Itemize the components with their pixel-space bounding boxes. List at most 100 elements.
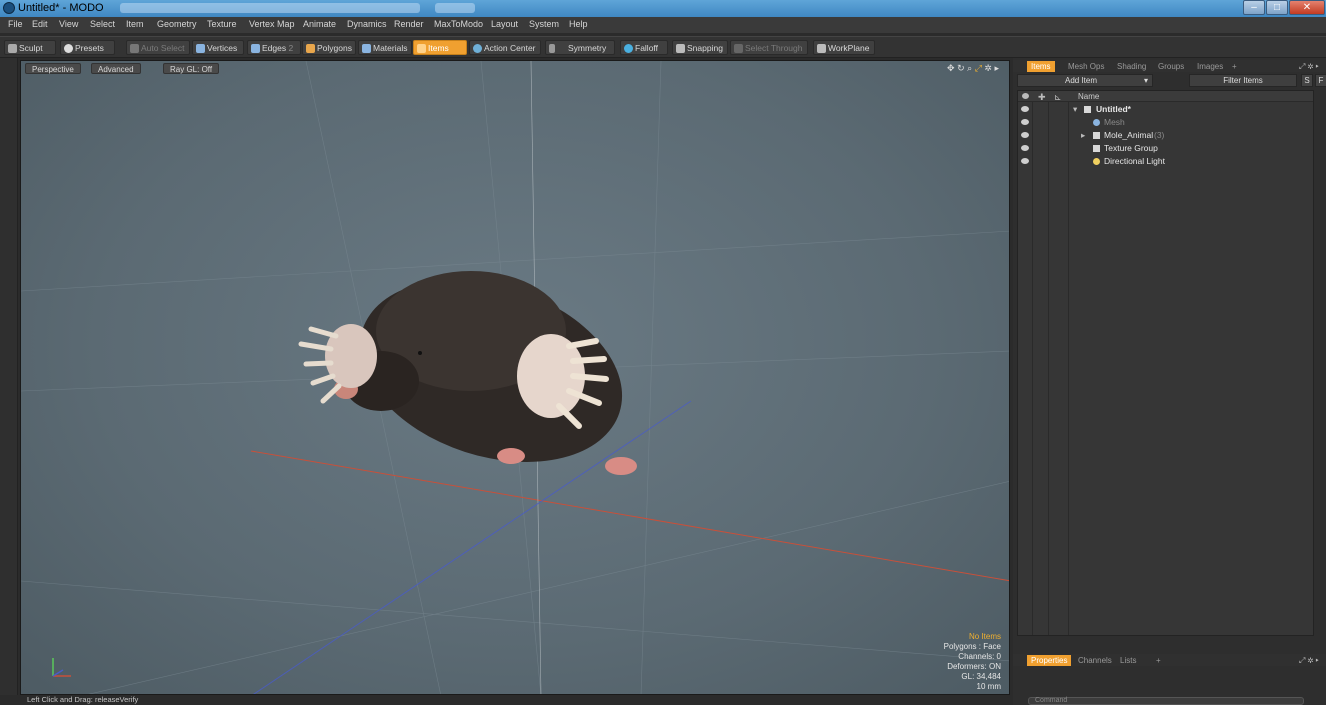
menu-view[interactable]: View xyxy=(59,19,78,29)
visibility-eye-icon[interactable] xyxy=(1021,132,1029,138)
lock-column-icon: ✚ xyxy=(1038,92,1046,102)
tab-add[interactable]: + xyxy=(1152,655,1165,666)
materials-button[interactable]: Materials xyxy=(358,40,412,55)
mole-animal-count: (3) xyxy=(1154,130,1165,140)
column-divider xyxy=(1032,102,1033,635)
select-through-button[interactable]: Select Through xyxy=(730,40,808,55)
tab-images[interactable]: Images xyxy=(1193,61,1227,72)
panel-options-icon[interactable]: ⤢ ✲ ▸ xyxy=(1295,655,1323,666)
add-item-button[interactable]: Add Item ▾ xyxy=(1017,74,1153,87)
menu-animate[interactable]: Animate xyxy=(303,19,336,29)
mole-animal-label: Mole_Animal xyxy=(1104,130,1154,140)
tab-channels[interactable]: Channels xyxy=(1074,655,1116,666)
zoom-icon[interactable]: ⌕ xyxy=(967,63,972,73)
menu-item[interactable]: Item xyxy=(126,19,144,29)
mole-model[interactable] xyxy=(298,248,646,493)
menu-bar: File Edit View Select Item Geometry Text… xyxy=(0,17,1326,33)
symmetry-label: Symmetry xyxy=(568,43,607,53)
visibility-column-icon xyxy=(1022,93,1029,99)
maximize-button[interactable]: □ xyxy=(1266,0,1288,15)
filter-items-field[interactable]: Filter Items xyxy=(1189,74,1297,87)
visibility-eye-icon[interactable] xyxy=(1021,106,1029,112)
titlebar-blur xyxy=(120,3,420,13)
polygons-button[interactable]: Polygons xyxy=(302,40,356,55)
s-button[interactable]: S xyxy=(1301,74,1313,87)
tree-row-directional-light[interactable]: Directional Light xyxy=(1018,155,1313,168)
command-placeholder: Command xyxy=(1035,697,1068,704)
items-toolbar: Add Item ▾ Filter Items S F xyxy=(1017,74,1326,88)
gear-icon[interactable]: ✲ xyxy=(984,63,992,73)
add-item-label: Add Item xyxy=(1064,76,1097,85)
menu-maxtomodo[interactable]: MaxToModo xyxy=(434,19,483,29)
3d-viewport[interactable]: Perspective Advanced Ray GL: Off ✥ ↻ ⌕ ⤢… xyxy=(20,60,1010,695)
status-bar: Left Click and Drag: releaseVerify xyxy=(0,695,1013,705)
chevron-down-icon: ▾ xyxy=(1143,76,1148,85)
expand-arrow-icon[interactable]: ▸ xyxy=(1081,129,1085,142)
perspective-tab[interactable]: Perspective xyxy=(25,63,81,74)
tree-row-texture-group[interactable]: Texture Group xyxy=(1018,142,1313,155)
tab-items[interactable]: Items xyxy=(1027,61,1055,72)
tab-add[interactable]: + xyxy=(1228,61,1241,72)
visibility-eye-icon[interactable] xyxy=(1021,119,1029,125)
menu-render[interactable]: Render xyxy=(394,19,424,29)
advanced-tab[interactable]: Advanced xyxy=(91,63,141,74)
tab-shading[interactable]: Shading xyxy=(1113,61,1150,72)
menu-help[interactable]: Help xyxy=(569,19,588,29)
tree-row-mole-animal[interactable]: ▸ Mole_Animal (3) xyxy=(1018,129,1313,142)
symmetry-button[interactable]: Symmetry xyxy=(545,40,615,55)
visibility-eye-icon[interactable] xyxy=(1021,158,1029,164)
tree-row-scene[interactable]: ▾ Untitled* xyxy=(1018,103,1313,116)
workplane-button[interactable]: WorkPlane xyxy=(813,40,875,55)
title-bar: Untitled* - MODO – □ ✕ xyxy=(0,0,1326,17)
selection-info: No Items xyxy=(968,632,1001,641)
menu-file[interactable]: File xyxy=(8,19,23,29)
command-input[interactable]: Command xyxy=(1028,697,1304,705)
type-column-icon: ⊾ xyxy=(1054,92,1062,102)
sculpt-label: Sculpt xyxy=(19,43,43,53)
scene-icon xyxy=(1084,106,1091,113)
menu-texture[interactable]: Texture xyxy=(207,19,237,29)
chevron-right-icon[interactable]: ▸ xyxy=(994,63,999,73)
titlebar-blur xyxy=(435,3,475,13)
f-button[interactable]: F xyxy=(1315,74,1326,87)
close-button[interactable]: ✕ xyxy=(1289,0,1325,15)
items-button[interactable]: Items xyxy=(413,40,467,55)
workplane-icon xyxy=(817,44,826,53)
visibility-eye-icon[interactable] xyxy=(1021,145,1029,151)
minimize-button[interactable]: – xyxy=(1243,0,1265,15)
falloff-button[interactable]: Falloff xyxy=(620,40,668,55)
vertices-button[interactable]: Vertices xyxy=(192,40,244,55)
menu-select[interactable]: Select xyxy=(90,19,115,29)
menu-vertex-map[interactable]: Vertex Map xyxy=(249,19,295,29)
fit-icon[interactable]: ⤢ xyxy=(975,63,982,73)
panel-options-icon[interactable]: ⤢ ✲ ▸ xyxy=(1295,61,1323,72)
texture-group-label: Texture Group xyxy=(1104,143,1158,153)
edges-button[interactable]: Edges 2 xyxy=(247,40,301,55)
modo-logo-icon xyxy=(3,2,15,14)
presets-button[interactable]: Presets xyxy=(60,40,115,55)
left-tool-strip xyxy=(0,58,18,695)
orbit-icon[interactable]: ↻ xyxy=(957,63,965,73)
menu-system[interactable]: System xyxy=(529,19,559,29)
menu-layout[interactable]: Layout xyxy=(491,19,518,29)
polygons-label: Polygons xyxy=(317,43,352,53)
tab-mesh-ops[interactable]: Mesh Ops xyxy=(1064,61,1108,72)
tab-groups[interactable]: Groups xyxy=(1154,61,1188,72)
mesh-label: Mesh xyxy=(1104,117,1125,127)
presets-label: Presets xyxy=(75,43,104,53)
tab-properties[interactable]: Properties xyxy=(1027,655,1072,666)
menu-edit[interactable]: Edit xyxy=(32,19,48,29)
menu-geometry[interactable]: Geometry xyxy=(157,19,197,29)
menu-dynamics[interactable]: Dynamics xyxy=(347,19,387,29)
tree-row-mesh[interactable]: Mesh xyxy=(1018,116,1313,129)
auto-select-button[interactable]: Auto Select xyxy=(126,40,190,55)
snapping-button[interactable]: Snapping xyxy=(672,40,728,55)
items-icon xyxy=(417,44,426,53)
action-center-button[interactable]: Action Center xyxy=(469,40,541,55)
raygl-tab[interactable]: Ray GL: Off xyxy=(163,63,220,74)
pan-icon[interactable]: ✥ xyxy=(947,63,955,73)
expand-arrow-icon[interactable]: ▾ xyxy=(1073,103,1077,116)
sculpt-button[interactable]: Sculpt xyxy=(4,40,56,55)
tab-lists[interactable]: Lists xyxy=(1116,655,1140,666)
polygons-info: Polygons : Face xyxy=(943,642,1001,651)
